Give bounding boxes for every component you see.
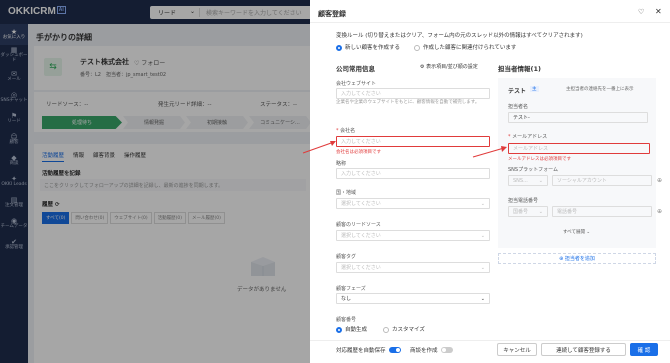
divider bbox=[310, 22, 670, 23]
chevron-down-icon: ⌄ bbox=[480, 200, 485, 207]
country-label: 国・地域 bbox=[336, 190, 357, 196]
contact-name: テスト bbox=[508, 88, 527, 95]
company-name-error: 会社名は必須項目です bbox=[336, 150, 381, 155]
customer-tag-select[interactable]: 選択してください ⌄ bbox=[336, 262, 490, 273]
annotation-arrow-email bbox=[472, 146, 507, 158]
website-input[interactable]: 入力してください bbox=[336, 88, 490, 99]
chevron-down-icon: ⌄ bbox=[538, 177, 543, 184]
annotation-arrow-company bbox=[302, 141, 336, 154]
confirm-button[interactable]: 確 認 bbox=[630, 343, 658, 356]
phone-label: 担当電話番号 bbox=[508, 198, 539, 204]
customer-tag-label: 顧客タグ bbox=[336, 254, 357, 260]
footer-divider bbox=[310, 340, 670, 341]
contact-section-title: 担当者情報(1) bbox=[498, 65, 541, 73]
radio-existing-customer[interactable]: 作成した顧客に関連付けられています bbox=[414, 43, 516, 51]
sns-label: SNSプラットフォーム bbox=[508, 167, 558, 173]
sns-account-input[interactable]: ソーシャルアカウント bbox=[552, 175, 652, 186]
customer-source-select[interactable]: 選択してください ⌄ bbox=[336, 230, 490, 241]
country-select[interactable]: 選択してください ⌄ bbox=[336, 198, 490, 209]
heart-icon[interactable]: ♡ bbox=[638, 8, 644, 16]
primary-badge: 主 bbox=[530, 86, 539, 92]
add-contact-button[interactable]: ⊕ 担当者を追加 bbox=[498, 253, 656, 264]
company-name-label: * 会社名 bbox=[336, 128, 356, 134]
radio-auto-generate[interactable]: 自動生成 bbox=[336, 325, 367, 333]
phone-input[interactable]: 電話番号 bbox=[552, 206, 652, 217]
website-help: 企業名や企業のウェブサイトをもとに、顧客情報を自動で補完します。 bbox=[336, 100, 480, 105]
company-section-title: 公司常用信息 bbox=[336, 65, 375, 73]
sns-platform-select[interactable]: SNS... ⌄ bbox=[508, 175, 548, 186]
customer-number-label: 顧客番号 bbox=[336, 317, 357, 323]
email-label: * メールアドレス bbox=[508, 134, 548, 140]
chevron-down-icon: ⌄ bbox=[480, 232, 485, 239]
customer-phase-select[interactable]: なし ⌄ bbox=[336, 293, 490, 304]
add-sns-icon[interactable]: ⊕ bbox=[657, 177, 662, 184]
conversion-rule-text: 変換ルール (切り替えまたはクリア、フォーム内の元のスレッド以外の情報はすべてク… bbox=[336, 33, 583, 39]
chevron-down-icon: ⌄ bbox=[480, 295, 485, 302]
country-code-select[interactable]: 国番号 ⌄ bbox=[508, 206, 548, 217]
customer-number-radios: 自動生成 カスタマイズ bbox=[336, 325, 425, 333]
short-name-label: 略称 bbox=[336, 161, 347, 167]
email-input[interactable]: メールアドレス bbox=[508, 143, 650, 154]
cancel-button[interactable]: キャンセル bbox=[497, 343, 537, 356]
drawer-title: 顧客登録 bbox=[318, 10, 346, 18]
auto-save-toggle[interactable]: 対応履歴を自動保存 bbox=[336, 346, 401, 354]
person-name-input[interactable]: テスト- bbox=[508, 112, 648, 123]
continue-register-button[interactable]: 連続して顧客登録する bbox=[541, 343, 626, 356]
website-label: 会社ウェブサイト bbox=[336, 81, 377, 87]
company-name-input[interactable]: 入力してください bbox=[336, 136, 490, 147]
expand-all-link[interactable]: すべて展開 ⌄ bbox=[563, 229, 590, 235]
short-name-input[interactable]: 入力してください bbox=[336, 168, 490, 179]
email-error: メールアドレスは必須項目です bbox=[508, 157, 571, 162]
create-deal-toggle[interactable]: 商談を作成 bbox=[410, 346, 453, 354]
close-icon[interactable]: ✕ bbox=[655, 7, 662, 16]
conversion-mode-radios: 新しい顧客を作成する 作成した顧客に関連付けられています bbox=[336, 43, 516, 51]
radio-new-customer[interactable]: 新しい顧客を作成する bbox=[336, 43, 400, 51]
add-phone-icon[interactable]: ⊕ bbox=[657, 208, 662, 215]
customer-source-label: 顧客のリードソース bbox=[336, 222, 381, 228]
customer-phase-label: 顧客フェーズ bbox=[336, 286, 366, 292]
chevron-down-icon: ⌄ bbox=[538, 208, 543, 215]
primary-contact-option[interactable]: 主担当者の連絡先を一番上に表示 bbox=[566, 86, 634, 92]
chevron-down-icon: ⌄ bbox=[480, 264, 485, 271]
modal-overlay[interactable] bbox=[0, 0, 310, 363]
person-name-label: 担当者名 bbox=[508, 104, 529, 110]
field-settings-link[interactable]: ⚙ 表示項目/並び順の設定 bbox=[420, 63, 478, 70]
radio-custom[interactable]: カスタマイズ bbox=[383, 325, 425, 333]
